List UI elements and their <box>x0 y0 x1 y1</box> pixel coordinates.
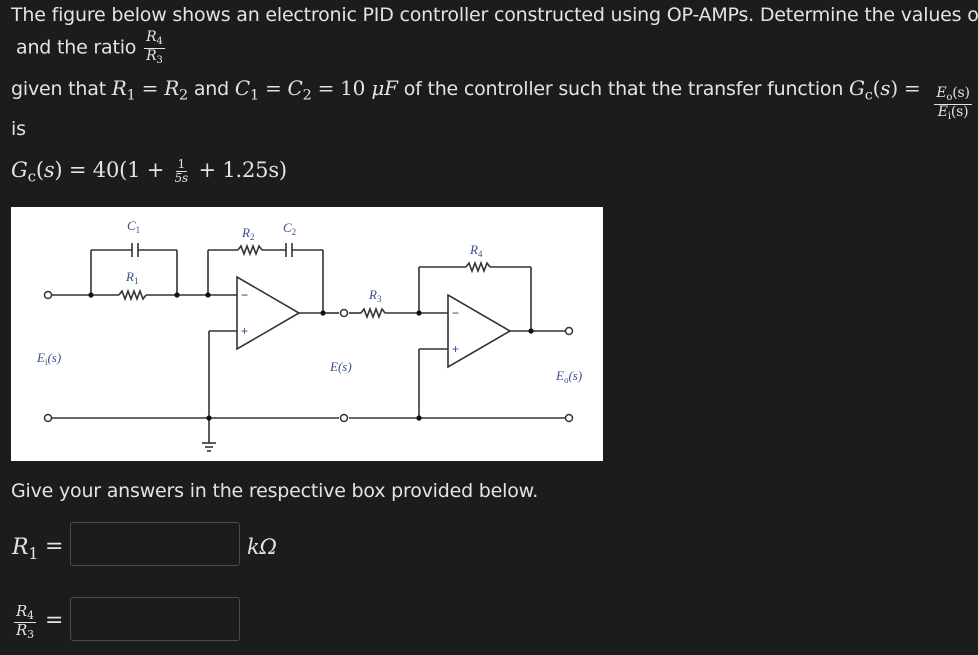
opamp-1-plus: + <box>241 324 248 338</box>
label-r4: R4 <box>469 242 483 259</box>
terminal-output-top <box>564 326 574 336</box>
label-e: E(s) <box>329 359 352 374</box>
terminal-input-top <box>43 290 53 300</box>
answer-2-equals: = <box>45 608 64 633</box>
instruction-text: Give your answers in the respective box … <box>11 480 539 502</box>
question-text-3b: and <box>193 78 230 100</box>
circuit-diagram: − + − + C1 R1 R2 C2 R3 R4 Ei(s) E(s) Eo(… <box>36 218 582 452</box>
gc-integral-fraction: 1 5s <box>174 157 189 185</box>
question-text-3a: given that <box>11 78 106 100</box>
math-r1-eq-r2: R1 = R2 <box>111 76 189 104</box>
math-gc-def: Gc(s) = <box>849 76 921 104</box>
opamp-2-minus: − <box>452 306 459 320</box>
label-c1: C1 <box>127 218 140 235</box>
label-c2: C2 <box>283 220 296 237</box>
question-line-3: given that R1 = R2 and C1 = C2 = 10 μF of the … <box>11 76 974 122</box>
r1-answer-input[interactable] <box>70 522 240 566</box>
terminal-input-bottom <box>43 413 53 423</box>
math-c1-eq-c2: C1 = C2 = 10 μF <box>234 76 398 104</box>
question-text-2: and the ratio <box>16 36 137 59</box>
terminal-output-bottom <box>564 413 574 423</box>
question-line-1: The figure below shows an electronic PID… <box>11 2 978 29</box>
pid-circuit-figure: − + − + C1 R1 R2 C2 R3 R4 Ei(s) E(s) Eo(… <box>11 207 603 461</box>
question-line-2: and the ratio R4 R3 <box>16 30 167 66</box>
gc-equation: Gc(s) = 40(1 + 1 5s + 1.25s) <box>11 157 287 186</box>
ratio-r4-r3: R4 R3 <box>144 29 165 66</box>
opamp-2-plus: + <box>452 342 459 356</box>
answer-1-unit: kΩ <box>247 535 277 559</box>
tf-fraction: Eo(s) Ei(s) <box>934 85 972 122</box>
terminal-e-top <box>339 308 349 318</box>
label-r3: R3 <box>368 287 382 304</box>
resistor-r4 <box>465 260 491 274</box>
question-text-3c: of the controller such that the transfer… <box>403 78 844 100</box>
label-ei: Ei(s) <box>36 350 61 367</box>
label-r1: R1 <box>125 269 138 286</box>
question-line-4: is <box>11 118 26 140</box>
answer-2-label: R4 R3 <box>14 602 36 641</box>
opamp-1-minus: − <box>241 288 248 302</box>
question-text-1: The figure below shows an electronic PID… <box>11 4 978 26</box>
label-r2: R2 <box>241 225 254 242</box>
answer-1-label: R1 <box>12 535 39 563</box>
ratio-answer-input[interactable] <box>70 597 240 641</box>
resistor-r2 <box>237 243 263 257</box>
label-eo: Eo(s) <box>555 368 582 385</box>
terminal-e-bottom <box>339 413 349 423</box>
answer-1-equals: = <box>45 534 64 559</box>
resistor-r1 <box>118 288 147 302</box>
resistor-r3 <box>360 306 386 320</box>
